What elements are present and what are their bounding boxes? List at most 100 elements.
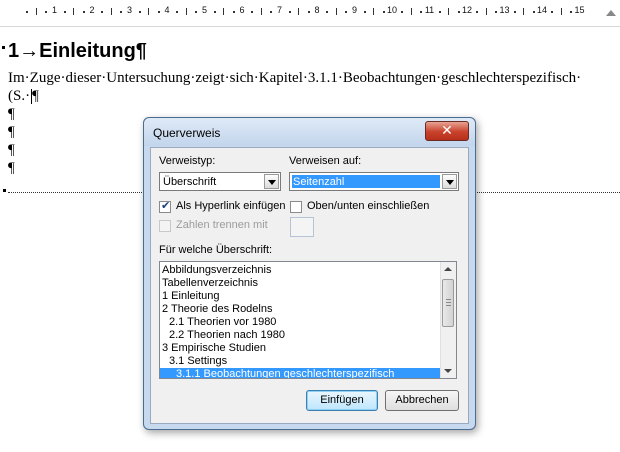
cancel-button[interactable]: Abbrechen — [385, 390, 459, 411]
above-below-checkbox-label[interactable]: Oben/unten einschließen — [307, 200, 429, 212]
scrollbar-thumb[interactable] — [442, 279, 454, 327]
heading-1: 1→Einleitung¶ — [2, 40, 147, 63]
ruler-half-tick — [185, 8, 187, 15]
list-item[interactable]: 3 Empirische Studien — [162, 342, 266, 355]
ruler-number: 11 — [424, 5, 435, 15]
separate-numbers-checkbox — [159, 220, 171, 232]
dialog-titlebar[interactable]: Querverweis ✕ — [144, 118, 475, 146]
ruler-number: 6 — [239, 5, 245, 15]
dialog-title: Querverweis — [153, 126, 221, 140]
ruler-quarter-tick — [82, 11, 85, 13]
paragraph-format-mark — [2, 46, 5, 49]
ruler-half-tick — [298, 8, 300, 15]
ruler-number: 7 — [276, 5, 283, 15]
ruler-quarter-tick — [345, 11, 348, 13]
ruler-half-tick — [335, 8, 337, 15]
ruler-half-tick — [448, 8, 450, 15]
ruler-quarter-tick — [326, 11, 329, 13]
ruler-quarter-tick — [101, 11, 104, 13]
vertical-scrollbar[interactable] — [440, 262, 456, 378]
ruler-quarter-tick — [176, 11, 179, 13]
ruler-quarter-tick — [270, 11, 273, 13]
insert-button[interactable]: Einfügen — [306, 390, 378, 411]
ruler-number: 2 — [89, 5, 95, 15]
ruler-quarter-tick — [45, 11, 48, 13]
ruler-half-tick — [410, 8, 412, 15]
ruler-quarter-tick — [363, 11, 366, 13]
heading-number: 1 — [8, 40, 20, 62]
ruler-half-tick — [560, 8, 562, 15]
ruler-quarter-tick — [157, 11, 160, 13]
ruler-half-tick — [35, 8, 37, 15]
close-button[interactable]: ✕ — [425, 121, 469, 141]
reference-type-dropdown[interactable]: Überschrift — [159, 172, 281, 191]
empty-paragraph: ¶ — [8, 124, 15, 140]
ruler-half-tick — [260, 8, 262, 15]
ruler-quarter-tick — [420, 11, 423, 13]
dialog-content: Verweistyp: Überschrift Verweisen auf: S… — [150, 147, 469, 424]
list-item-selected[interactable]: 3.1.1 Beobachtungen geschlechterspezifis… — [160, 368, 456, 378]
list-item[interactable]: 3.1 Settings — [162, 355, 227, 368]
paragraph-format-mark — [3, 189, 6, 192]
separator-input — [290, 217, 314, 237]
ruler-quarter-tick — [288, 11, 291, 13]
ruler-quarter-tick — [438, 11, 441, 13]
reference-to-label: Verweisen auf: — [289, 155, 362, 167]
which-heading-label: Für welche Überschrift: — [159, 244, 273, 256]
ruler-number: 12 — [461, 5, 473, 15]
reference-type-label: Verweistyp: — [159, 155, 216, 167]
ruler-quarter-tick — [307, 11, 310, 13]
ruler-quarter-tick — [213, 11, 216, 13]
close-icon: ✕ — [441, 123, 453, 139]
headings-listbox[interactable]: Abbildungsverzeichnis Tabellenverzeichnis… — [159, 261, 457, 379]
ruler-number: 10 — [386, 5, 398, 15]
ruler-number: 4 — [164, 5, 170, 15]
horizontal-ruler[interactable]: 1 2 3 4 5 6 7 8 9 10 11 12 13 14 15 — [0, 0, 620, 27]
ruler-quarter-tick — [382, 11, 385, 13]
ruler-number: 3 — [126, 5, 133, 15]
body-text-line: Im·Zuge·dieser·Untersuchung·zeigt·sich·K… — [8, 70, 582, 86]
ruler-number: 1 — [51, 5, 58, 15]
pilcrow: ¶ — [32, 88, 39, 104]
list-item[interactable]: 2 Theorie des Rodelns — [162, 303, 272, 316]
ruler-number: 5 — [201, 5, 208, 15]
ruler-quarter-tick — [251, 11, 254, 13]
dropdown-arrow-icon[interactable] — [442, 174, 457, 189]
reference-to-value: Seitenzahl — [293, 176, 345, 188]
list-item[interactable]: 2.1 Theorien vor 1980 — [162, 316, 276, 329]
list-item[interactable]: 2.2 Theorien nach 1980 — [162, 329, 285, 342]
ruler-half-tick — [73, 8, 75, 15]
ruler-number: 9 — [351, 5, 358, 15]
reference-to-selection: Seitenzahl — [292, 175, 440, 188]
ruler-number: 8 — [314, 5, 320, 15]
above-below-checkbox[interactable] — [290, 201, 302, 213]
list-item[interactable]: Tabellenverzeichnis — [162, 277, 258, 290]
hyperlink-checkbox[interactable]: ✔ — [159, 199, 171, 213]
ruler-number: 15 — [574, 5, 585, 15]
ruler-half-tick — [485, 8, 487, 15]
ruler-quarter-tick — [476, 11, 479, 13]
ruler-quarter-tick — [195, 11, 198, 13]
body-text-line: (S.· ¶ — [8, 88, 39, 105]
cross-reference-dialog[interactable]: Querverweis ✕ Verweistyp: Überschrift Ve… — [143, 117, 476, 430]
tab-arrow: → — [19, 40, 40, 62]
ruler-right-indent-marker[interactable] — [606, 10, 616, 16]
checkmark-icon: ✔ — [161, 199, 171, 212]
ruler-quarter-tick — [495, 11, 498, 13]
ruler-number: 14 — [536, 5, 548, 15]
scroll-up-arrow-icon[interactable] — [444, 267, 452, 271]
hyperlink-checkbox-label[interactable]: Als Hyperlink einfügen — [176, 200, 285, 212]
reference-type-value: Überschrift — [163, 176, 217, 188]
list-item[interactable]: 1 Einleitung — [162, 290, 220, 303]
ruler-quarter-tick — [63, 11, 66, 13]
ruler-quarter-tick — [457, 11, 460, 13]
ruler-half-tick — [148, 8, 150, 15]
reference-to-dropdown[interactable]: Seitenzahl — [289, 172, 459, 191]
scroll-down-arrow-icon[interactable] — [444, 369, 452, 373]
ruler-half-tick — [373, 8, 375, 15]
list-item[interactable]: Abbildungsverzeichnis — [162, 264, 271, 277]
empty-paragraph: ¶ — [8, 142, 15, 158]
ruler-quarter-tick — [532, 11, 535, 13]
ruler-quarter-tick — [232, 11, 235, 13]
dropdown-arrow-icon[interactable] — [264, 174, 279, 189]
